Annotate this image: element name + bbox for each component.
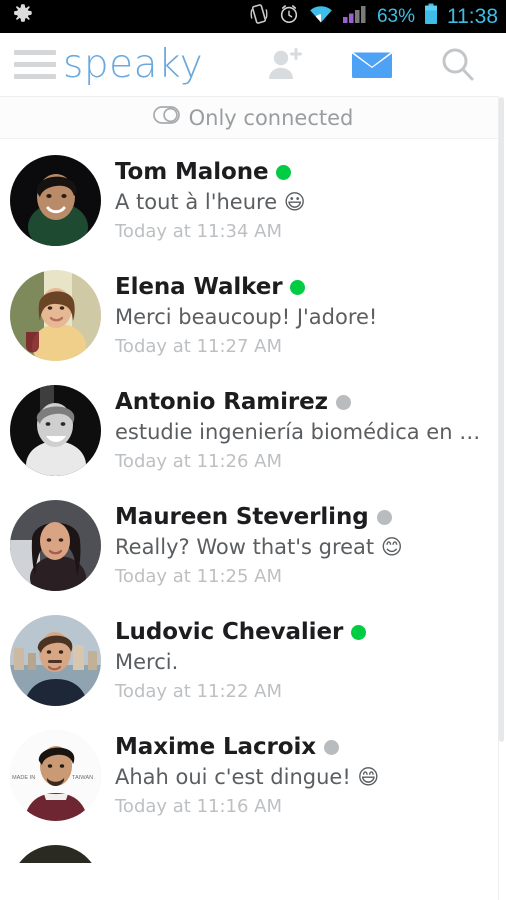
conversation-name-line: Mary Cruise [115, 862, 494, 863]
conversation-row[interactable]: Tom Malone A tout à l'heure 😃 Today at 11:… [0, 143, 506, 258]
message-timestamp: Today at 11:26 AM [115, 450, 283, 472]
app-root: 63% 11:38 speaky Only connected Tom Malo… [0, 0, 506, 900]
conversation-row[interactable]: MADE IN TAIWAN Maxime Lacroix Ahah oui c'e… [0, 718, 506, 833]
conversation-row[interactable]: Ludovic Chevalier Merci. Today at 11:22 AM [0, 603, 506, 718]
vertical-scrollbar[interactable] [499, 97, 504, 742]
conversation-list: Tom Malone A tout à l'heure 😃 Today at 11:… [0, 139, 506, 863]
conversation-text: Maureen Steverling Really? Wow that's gre… [115, 504, 506, 587]
conversation-text: Elena Walker Merci beaucoup! J'adore! Toda… [115, 274, 506, 357]
status-badge [276, 164, 292, 180]
avatar[interactable] [10, 500, 101, 591]
status-badge [335, 394, 351, 410]
avatar[interactable] [10, 845, 101, 863]
app-header: speaky [0, 33, 506, 96]
avatar[interactable]: MADE IN TAIWAN [10, 730, 101, 821]
conversation-name-line: Antonio Ramirez [115, 389, 494, 415]
conversation-text: Tom Malone A tout à l'heure 😃 Today at 11:… [115, 159, 506, 242]
message-emoji: 😊 [374, 535, 403, 560]
last-message: estudie ingeniería biomédica en Universi… [115, 420, 494, 445]
contact-name: Maureen Steverling [115, 504, 369, 531]
hamburger-menu-icon[interactable] [14, 50, 56, 80]
svg-text:MADE IN: MADE IN [12, 775, 35, 781]
message-emoji: 😄 [350, 765, 380, 790]
vibrate-icon [249, 3, 269, 30]
alarm-clock-icon [278, 3, 300, 30]
conversation-row[interactable]: Maureen Steverling Really? Wow that's gre… [0, 488, 506, 603]
conversation-row[interactable]: Elena Walker Merci beaucoup! J'adore! Toda… [0, 258, 506, 373]
message-timestamp: Today at 11:22 AM [115, 680, 283, 702]
add-contact-icon[interactable] [263, 42, 309, 88]
battery-icon [424, 3, 438, 30]
last-message: Ahah oui c'est dingue! 😄 [115, 765, 380, 790]
contact-name: Mary Cruise [115, 862, 269, 863]
avatar[interactable] [10, 385, 101, 476]
battery-percent-label: 63% [376, 5, 415, 27]
conversation-name-line: Maxime Lacroix [115, 734, 494, 760]
message-timestamp: Today at 11:25 AM [115, 565, 283, 587]
contact-name: Antonio Ramirez [115, 389, 328, 416]
avatar[interactable] [10, 615, 101, 706]
gear-icon [10, 2, 34, 31]
status-badge [323, 739, 339, 755]
last-message: Merci. [115, 650, 179, 675]
conversation-name-line: Ludovic Chevalier [115, 619, 494, 645]
toggle-switch-icon [152, 106, 180, 129]
cellular-signal-icon [342, 4, 368, 29]
wifi-icon [309, 4, 333, 29]
conversation-text: Maxime Lacroix Ahah oui c'est dingue! 😄 To… [115, 734, 506, 817]
conversation-list-container[interactable]: Tom Malone A tout à l'heure 😃 Today at 11:… [0, 139, 506, 863]
message-timestamp: Today at 11:16 AM [115, 795, 283, 817]
last-message: Really? Wow that's great 😊 [115, 535, 403, 560]
conversation-name-line: Tom Malone [115, 159, 494, 185]
message-emoji: 😃 [277, 190, 306, 215]
message-timestamp: Today at 11:34 AM [115, 220, 283, 242]
messages-icon[interactable] [349, 42, 395, 88]
last-message: A tout à l'heure 😃 [115, 190, 306, 215]
status-badge [351, 624, 367, 640]
contact-name: Maxime Lacroix [115, 734, 316, 761]
svg-text:TAIWAN: TAIWAN [72, 775, 93, 781]
header-actions [263, 42, 506, 88]
message-timestamp: Today at 11:27 AM [115, 335, 283, 357]
conversation-text: Antonio Ramirez estudie ingeniería bioméd… [115, 389, 506, 472]
android-status-bar: 63% 11:38 [0, 0, 506, 33]
conversation-text: Mary CruiseI would love to visit Paris! [115, 862, 506, 863]
status-badge [290, 279, 306, 295]
avatar[interactable] [10, 270, 101, 361]
last-message: Merci beaucoup! J'adore! [115, 305, 378, 330]
avatar[interactable] [10, 155, 101, 246]
conversation-name-line: Maureen Steverling [115, 504, 494, 530]
search-icon[interactable] [435, 42, 481, 88]
only-connected-filter[interactable]: Only connected [0, 97, 506, 139]
contact-name: Ludovic Chevalier [115, 619, 344, 646]
app-logo[interactable]: speaky [63, 45, 203, 84]
conversation-row[interactable]: Antonio Ramirez estudie ingeniería bioméd… [0, 373, 506, 488]
conversation-name-line: Elena Walker [115, 274, 494, 300]
only-connected-label: Only connected [188, 105, 354, 130]
contact-name: Elena Walker [115, 274, 283, 301]
status-bar-clock: 11:38 [447, 4, 498, 28]
status-badge [376, 509, 392, 525]
status-bar-left-icons [10, 2, 34, 31]
status-bar-right-icons: 63% 11:38 [249, 3, 498, 30]
conversation-text: Ludovic Chevalier Merci. Today at 11:22 AM [115, 619, 506, 702]
conversation-row[interactable]: Mary CruiseI would love to visit Paris! [0, 833, 506, 863]
contact-name: Tom Malone [115, 159, 269, 186]
